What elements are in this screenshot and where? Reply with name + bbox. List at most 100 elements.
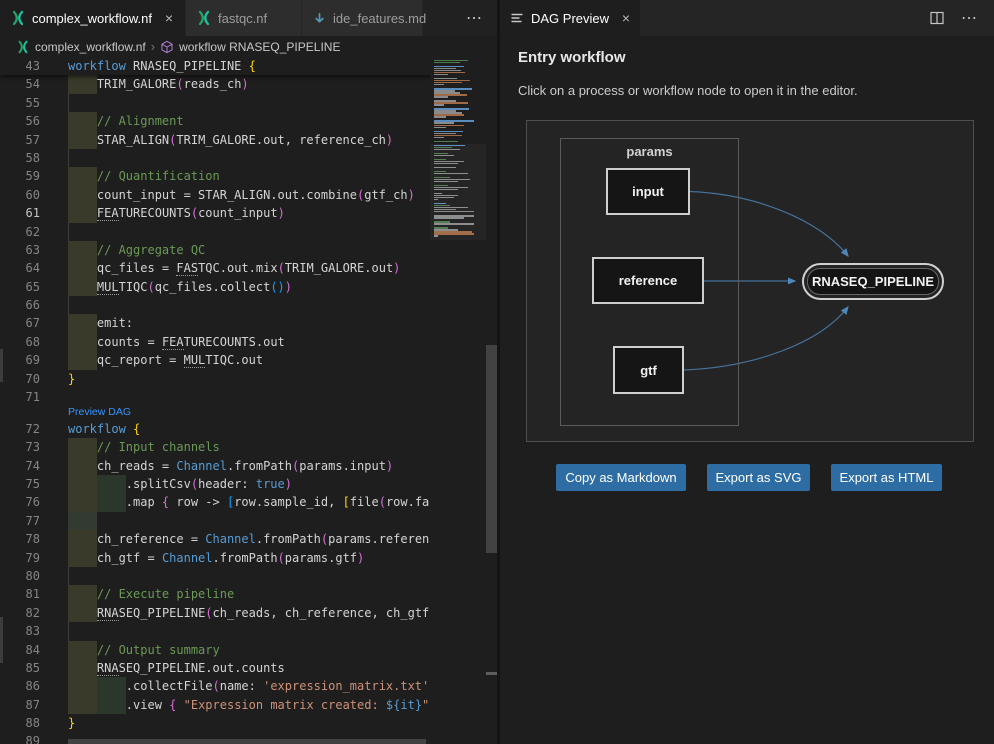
minimap-line xyxy=(434,84,444,85)
code-line-61[interactable]: 61 FEATURECOUNTS(count_input) xyxy=(0,204,497,222)
line-number: 57 xyxy=(0,131,68,149)
code-line-88[interactable]: 88} xyxy=(0,714,497,732)
code-line-54[interactable]: 54 TRIM_GALORE(reads_ch) xyxy=(0,75,497,93)
tab-ide-features[interactable]: ide_features.md xyxy=(302,0,423,36)
codelens-preview-dag[interactable]: Preview DAG xyxy=(68,406,131,419)
breadcrumb-file[interactable]: complex_workflow.nf xyxy=(35,40,146,54)
code-line-66[interactable]: 66 xyxy=(0,296,497,314)
dag-node-input[interactable]: input xyxy=(606,168,690,215)
code-line-75[interactable]: 75 .splitCsv(header: true) xyxy=(0,475,497,493)
code-line-87[interactable]: 87 .view { "Expression matrix created: $… xyxy=(0,696,497,714)
line-number: 60 xyxy=(0,186,68,204)
close-icon[interactable]: × xyxy=(163,10,175,26)
close-icon[interactable]: × xyxy=(622,10,630,26)
line-number: 64 xyxy=(0,259,68,277)
vertical-scrollbar[interactable] xyxy=(486,57,497,744)
code-line-67[interactable]: 67 emit: xyxy=(0,314,497,332)
nextflow-icon xyxy=(196,10,212,26)
code-line-84[interactable]: 84 // Output summary xyxy=(0,641,497,659)
split-editor-icon[interactable] xyxy=(929,10,945,26)
line-number: 58 xyxy=(0,149,68,167)
line-number: 63 xyxy=(0,241,68,259)
code-line-63[interactable]: 63 // Aggregate QC xyxy=(0,241,497,259)
code-line-56[interactable]: 56 // Alignment xyxy=(0,112,497,130)
code-line-57[interactable]: 57 STAR_ALIGN(TRIM_GALORE.out, reference… xyxy=(0,131,497,149)
left-edge-decoration xyxy=(0,617,3,663)
sticky-scroll-line[interactable]: 43workflow RNASEQ_PIPELINE { xyxy=(0,57,437,75)
breadcrumb-symbol[interactable]: workflow RNASEQ_PIPELINE xyxy=(179,40,340,54)
dag-diagram: params input reference gtf RNASEQ_PIPELI… xyxy=(526,120,974,442)
code-line-69[interactable]: 69 qc_report = MULTIQC.out xyxy=(0,351,497,369)
code-line-81[interactable]: 81 // Execute pipeline xyxy=(0,585,497,603)
dag-node-reference[interactable]: reference xyxy=(592,257,704,304)
code-line-85[interactable]: 85 RNASEQ_PIPELINE.out.counts xyxy=(0,659,497,677)
markdown-icon xyxy=(312,11,327,26)
hint-text: Click on a process or workflow node to o… xyxy=(518,83,858,98)
code-line-79[interactable]: 79 ch_gtf = Channel.fromPath(params.gtf) xyxy=(0,549,497,567)
code-line-60[interactable]: 60 count_input = STAR_ALIGN.out.combine(… xyxy=(0,186,497,204)
tab-complex-workflow[interactable]: complex_workflow.nf × xyxy=(0,0,186,36)
code-editor[interactable]: 43workflow RNASEQ_PIPELINE { 54 TRIM_GAL… xyxy=(0,57,497,744)
code-line-64[interactable]: 64 qc_files = FASTQC.out.mix(TRIM_GALORE… xyxy=(0,259,497,277)
line-number: 80 xyxy=(0,567,68,585)
code-line-58[interactable]: 58 xyxy=(0,149,497,167)
minimap-line xyxy=(434,62,460,63)
dag-node-rnaseq-pipeline[interactable]: RNASEQ_PIPELINE xyxy=(802,263,944,300)
code-line-43[interactable]: 43workflow RNASEQ_PIPELINE { xyxy=(0,57,437,75)
code-line-74[interactable]: 74 ch_reads = Channel.fromPath(params.in… xyxy=(0,457,497,475)
code-line-55[interactable]: 55 xyxy=(0,94,497,112)
line-number: 54 xyxy=(0,75,68,93)
code-lines: 54 TRIM_GALORE(reads_ch)5556 // Alignmen… xyxy=(0,75,497,744)
tab-label: fastqc.nf xyxy=(218,11,267,26)
line-number: 76 xyxy=(0,493,68,511)
code-line-78[interactable]: 78 ch_reference = Channel.fromPath(param… xyxy=(0,530,497,548)
line-number: 62 xyxy=(0,223,68,241)
code-line-83[interactable]: 83 xyxy=(0,622,497,640)
code-line-68[interactable]: 68 counts = FEATURECOUNTS.out xyxy=(0,333,497,351)
minimap-viewport[interactable] xyxy=(430,144,486,240)
line-number: 56 xyxy=(0,112,68,130)
code-line-77[interactable]: 77 xyxy=(0,512,497,530)
code-line-59[interactable]: 59 // Quantification xyxy=(0,167,497,185)
code-line-62[interactable]: 62 xyxy=(0,223,497,241)
code-line-65[interactable]: 65 MULTIQC(qc_files.collect()) xyxy=(0,278,497,296)
line-number: 74 xyxy=(0,457,68,475)
line-number: 69 xyxy=(0,351,68,369)
line-number: 88 xyxy=(0,714,68,732)
line-number: 86 xyxy=(0,677,68,695)
copy-as-markdown-button[interactable]: Copy as Markdown xyxy=(556,464,686,491)
horizontal-scrollbar[interactable] xyxy=(68,739,426,744)
code-line-76[interactable]: 76 .map { row -> [row.sample_id, [file(r… xyxy=(0,493,497,511)
minimap-line xyxy=(434,116,446,117)
more-actions-icon[interactable]: ⋯ xyxy=(961,8,978,28)
code-line-71[interactable]: 71 xyxy=(0,388,497,406)
symbol-cube-icon xyxy=(160,40,174,54)
scrollbar-thumb[interactable] xyxy=(486,345,497,553)
editor-tab-bar: complex_workflow.nf × fastqc.nf xyxy=(0,0,497,36)
nextflow-icon xyxy=(10,10,26,26)
export-as-svg-button[interactable]: Export as SVG xyxy=(707,464,810,491)
code-line-70[interactable]: 70} xyxy=(0,370,497,388)
line-number: 65 xyxy=(0,278,68,296)
line-number: 84 xyxy=(0,641,68,659)
more-actions-icon[interactable]: ⋯ xyxy=(466,0,483,36)
line-number: 81 xyxy=(0,585,68,603)
code-line-80[interactable]: 80 xyxy=(0,567,497,585)
tab-label: DAG Preview xyxy=(531,11,609,26)
panel-actions: ⋯ xyxy=(929,0,994,36)
dag-node-gtf[interactable]: gtf xyxy=(613,346,684,394)
minimap-line xyxy=(434,137,444,138)
code-line-82[interactable]: 82 RNASEQ_PIPELINE(ch_reads, ch_referenc… xyxy=(0,604,497,622)
dag-preview-panel: DAG Preview × ⋯ Entry workflow Click on … xyxy=(500,0,994,744)
code-line-72[interactable]: 72workflow { xyxy=(0,420,497,438)
vscode-window: complex_workflow.nf × fastqc.nf xyxy=(0,0,994,744)
export-as-html-button[interactable]: Export as HTML xyxy=(831,464,942,491)
tab-dag-preview[interactable]: DAG Preview × xyxy=(500,0,640,36)
tab-fastqc[interactable]: fastqc.nf xyxy=(186,0,302,36)
webview-preview-icon xyxy=(510,11,524,25)
line-number: 89 xyxy=(0,732,68,744)
minimap[interactable] xyxy=(430,57,486,320)
code-line-86[interactable]: 86 .collectFile(name: 'expression_matrix… xyxy=(0,677,497,695)
line-number: 78 xyxy=(0,530,68,548)
code-line-73[interactable]: 73 // Input channels xyxy=(0,438,497,456)
